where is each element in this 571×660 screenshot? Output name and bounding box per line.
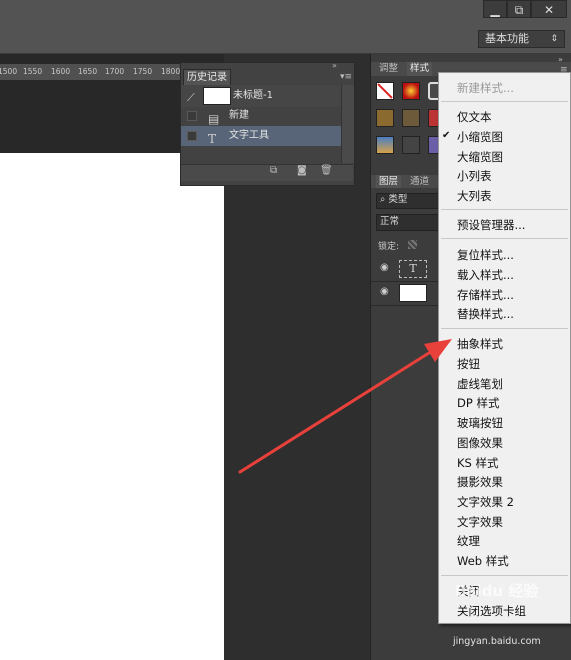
arrow-shaft: [238, 344, 442, 474]
watermark-url: jingyan.baidu.com: [453, 636, 541, 647]
arrow-head-icon: [424, 339, 452, 362]
baidu-watermark-logo: Baidu 经验: [455, 582, 539, 600]
annotation-arrow: [238, 339, 452, 474]
